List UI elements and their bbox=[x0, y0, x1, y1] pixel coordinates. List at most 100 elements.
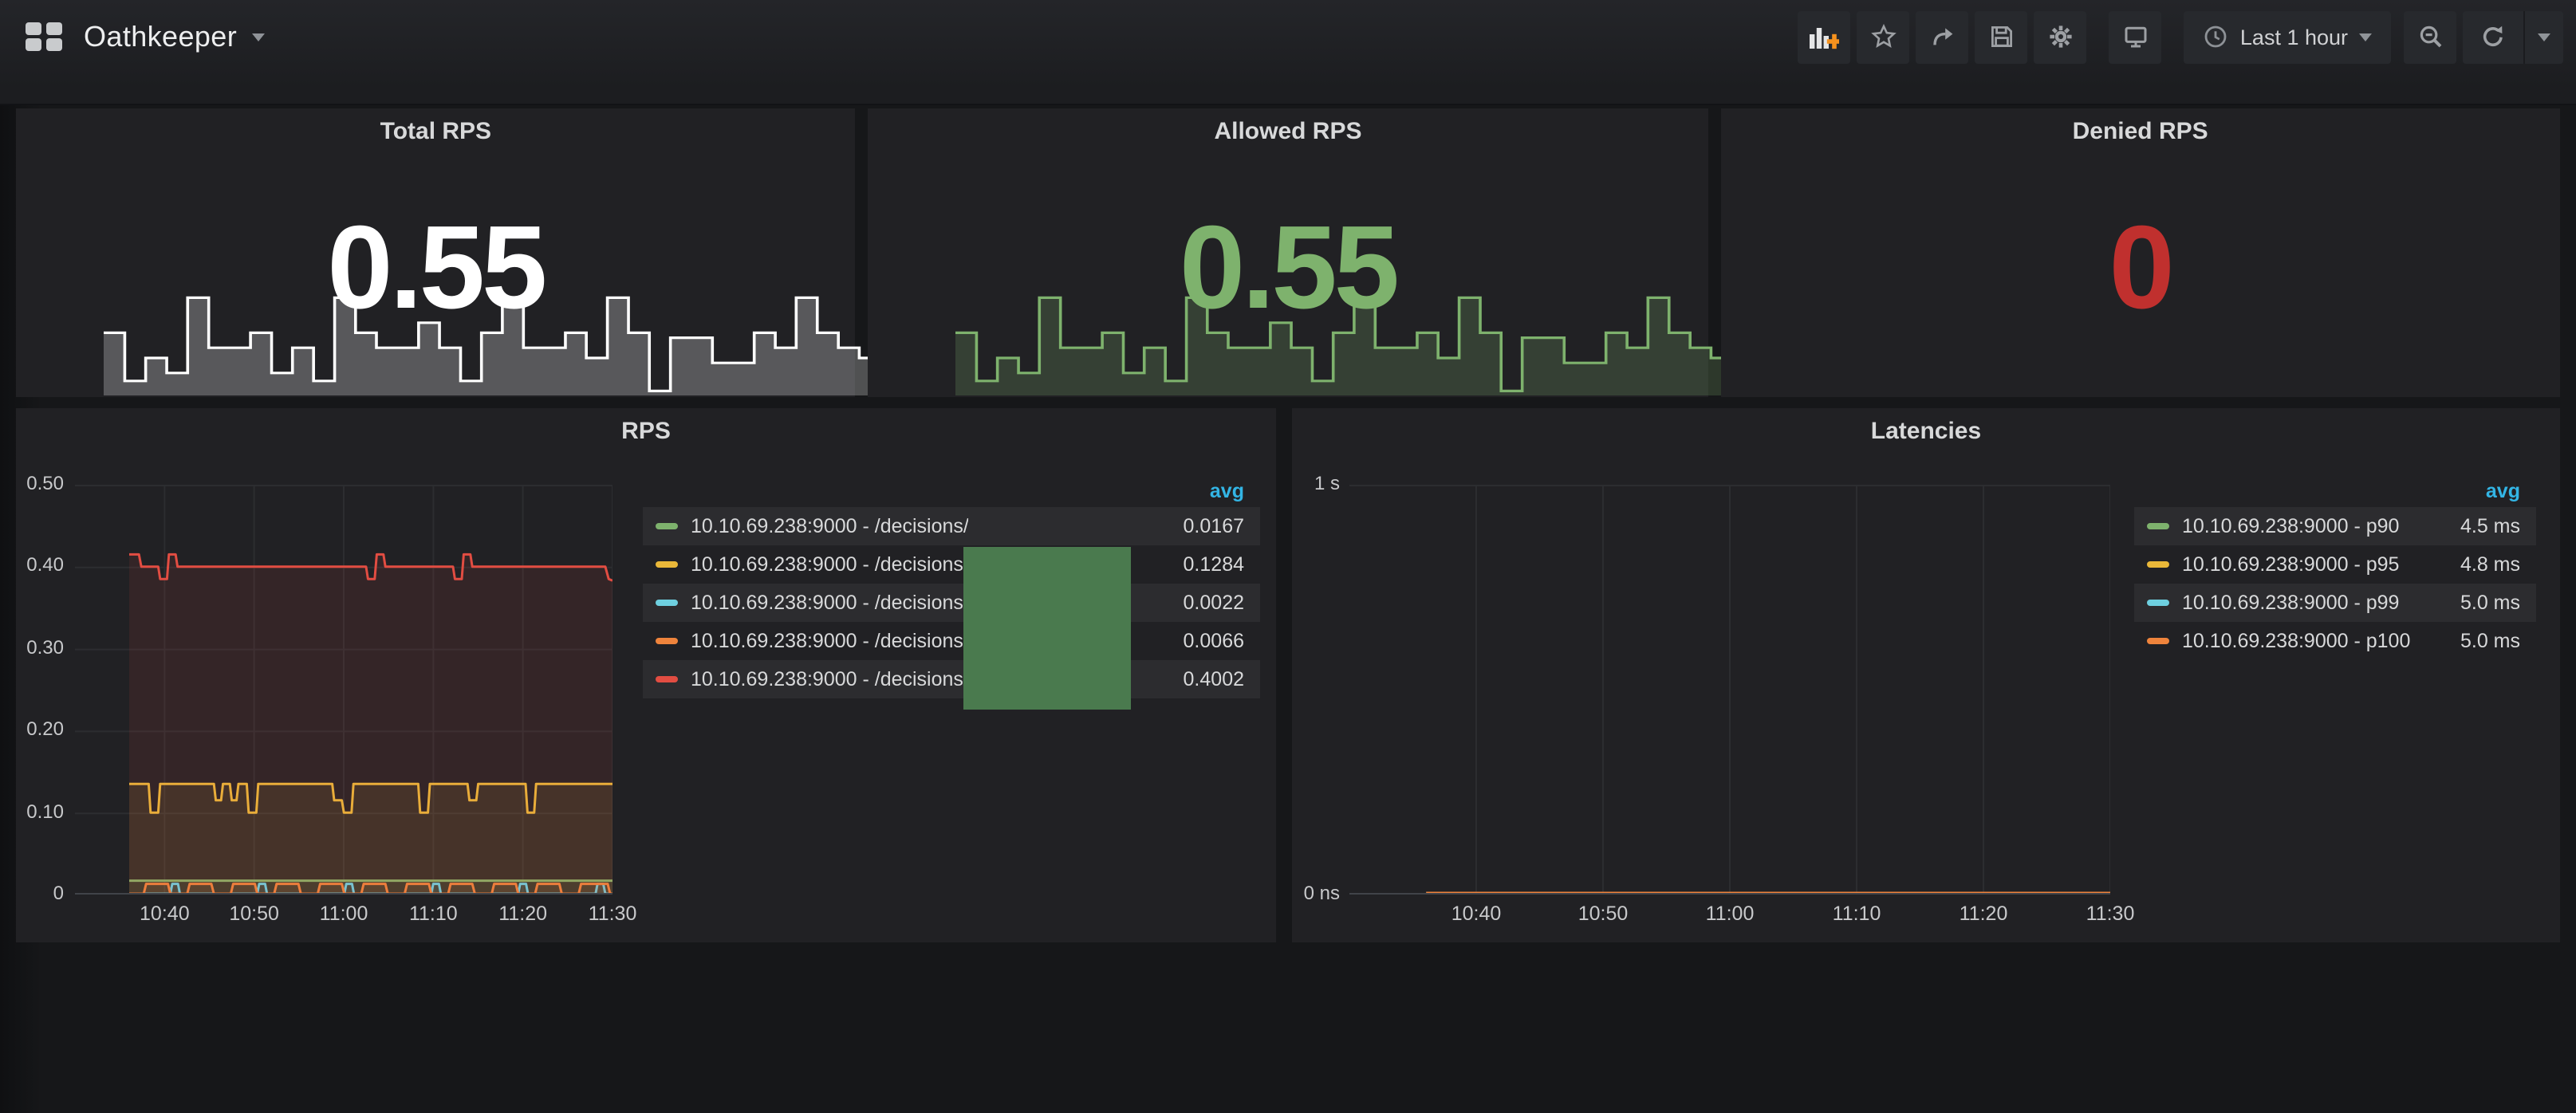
save-button[interactable] bbox=[1975, 10, 2028, 63]
y-tick-label: 0.40 bbox=[16, 554, 64, 576]
x-tick-label: 10:50 bbox=[1578, 903, 1629, 925]
series-color-swatch[interactable] bbox=[2147, 600, 2169, 606]
panel-title[interactable]: Latencies bbox=[1292, 418, 2560, 445]
legend-row: 10.10.69.238:9000 - p95 4.8 ms bbox=[2134, 545, 2536, 584]
dashboard-grid: Total RPS 0.55 Allowed RPS 0.55 Denied R… bbox=[0, 108, 2576, 942]
x-tick-label: 11:10 bbox=[409, 903, 458, 925]
series-color-swatch[interactable] bbox=[656, 638, 678, 644]
series-label[interactable]: 10.10.69.238:9000 - p90 bbox=[2182, 515, 2399, 537]
rps-graph[interactable] bbox=[75, 485, 612, 895]
stat-value: 0 bbox=[1720, 198, 2560, 338]
y-tick-label: 0.10 bbox=[16, 800, 64, 822]
share-arrow-icon bbox=[1930, 24, 1956, 49]
panel-rps: RPS avg 10.10.69.238:9000 - /decisions/0.… bbox=[16, 408, 1276, 942]
series-label[interactable]: 10.10.69.238:9000 - /decisions/ bbox=[691, 592, 969, 614]
add-panel-button[interactable] bbox=[1798, 10, 1851, 63]
series-color-swatch[interactable] bbox=[656, 600, 678, 606]
latencies-graph[interactable] bbox=[1349, 485, 2110, 895]
green-artifact-overlay bbox=[963, 547, 1131, 710]
series-label[interactable]: 10.10.69.238:9000 - p100 bbox=[2182, 630, 2410, 652]
series-color-swatch[interactable] bbox=[656, 523, 678, 529]
series-label[interactable]: 10.10.69.238:9000 - /decisions/ bbox=[691, 630, 969, 652]
legend-row: 10.10.69.238:9000 - /decisions/0.0022 bbox=[643, 584, 1260, 622]
series-label[interactable]: 10.10.69.238:9000 - p95 bbox=[2182, 553, 2399, 576]
series-avg-value: 0.0066 bbox=[1184, 630, 1244, 652]
chevron-down-icon bbox=[2359, 33, 2372, 41]
gear-icon bbox=[2048, 24, 2074, 49]
x-tick-label: 11:00 bbox=[320, 903, 368, 925]
panel-denied-rps: Denied RPS 0 bbox=[1720, 108, 2560, 397]
zoom-out-button[interactable] bbox=[2404, 10, 2456, 63]
star-button[interactable] bbox=[1857, 10, 1910, 63]
series-label[interactable]: 10.10.69.238:9000 - /decisions/ bbox=[691, 553, 969, 576]
time-range-label: Last 1 hour bbox=[2240, 25, 2348, 49]
series-avg-value: 5.0 ms bbox=[2460, 630, 2520, 652]
panel-title[interactable]: RPS bbox=[16, 418, 1276, 445]
x-tick-label: 11:00 bbox=[1706, 903, 1755, 925]
cycle-view-mode-button[interactable] bbox=[2109, 10, 2162, 63]
series-label[interactable]: 10.10.69.238:9000 - /decisions/ bbox=[691, 668, 969, 690]
x-tick-label: 10:50 bbox=[229, 903, 279, 925]
chevron-down-icon bbox=[251, 33, 264, 41]
graph-legend: avg 10.10.69.238:9000 - /decisions/0.0167… bbox=[643, 475, 1260, 698]
series-avg-value: 0.0167 bbox=[1184, 515, 1244, 537]
panel-title[interactable]: Total RPS bbox=[16, 118, 856, 145]
series-avg-value: 0.4002 bbox=[1184, 668, 1244, 690]
clock-icon bbox=[2204, 24, 2229, 49]
legend-row: 10.10.69.238:9000 - /decisions/0.0167 bbox=[643, 507, 1260, 545]
x-tick-label: 10:40 bbox=[1451, 903, 1502, 925]
x-tick-label: 11:20 bbox=[498, 903, 547, 925]
dashboard-title: Oathkeeper bbox=[84, 20, 237, 53]
series-color-swatch[interactable] bbox=[656, 676, 678, 682]
y-tick-label: 0.30 bbox=[16, 636, 64, 659]
dashboard-title-dropdown[interactable]: Oathkeeper bbox=[84, 20, 264, 53]
panel-title[interactable]: Denied RPS bbox=[1720, 118, 2560, 145]
y-tick-label: 0.20 bbox=[16, 718, 64, 740]
y-tick-label: 1 s bbox=[1292, 472, 1340, 494]
chevron-down-icon bbox=[2538, 33, 2550, 41]
grafana-dashboard: Oathkeeper bbox=[0, 0, 2576, 1113]
legend-sort-avg[interactable]: avg bbox=[1210, 480, 1244, 502]
monitor-icon bbox=[2123, 24, 2149, 49]
series-color-swatch[interactable] bbox=[2147, 561, 2169, 568]
y-tick-label: 0 bbox=[16, 882, 64, 904]
bar-chart-plus-icon bbox=[1810, 24, 1840, 49]
share-button[interactable] bbox=[1916, 10, 1969, 63]
star-icon bbox=[1871, 24, 1897, 49]
search-minus-icon bbox=[2417, 24, 2443, 49]
series-color-swatch[interactable] bbox=[2147, 638, 2169, 644]
series-avg-value: 4.8 ms bbox=[2460, 553, 2520, 576]
legend-row: 10.10.69.238:9000 - p995.0 ms bbox=[2134, 584, 2536, 622]
graph-legend: avg 10.10.69.238:9000 - p90 4.5 ms 10.10.69… bbox=[2134, 475, 2536, 660]
legend-row: 10.10.69.238:9000 - /decisions/0.4002 bbox=[643, 660, 1260, 698]
stat-value: 0.55 bbox=[16, 198, 856, 338]
x-tick-label: 11:10 bbox=[1833, 903, 1881, 925]
time-range-picker[interactable]: Last 1 hour bbox=[2184, 10, 2391, 63]
series-label[interactable]: 10.10.69.238:9000 - /decisions/ bbox=[691, 515, 969, 537]
panel-latencies: Latencies avg 10.10.69.238:9000 - p90 4.5 … bbox=[1292, 408, 2560, 942]
y-tick-label: 0.50 bbox=[16, 472, 64, 494]
legend-row: 10.10.69.238:9000 - /decisions/0.0066 bbox=[643, 622, 1260, 660]
series-label[interactable]: 10.10.69.238:9000 - p99 bbox=[2182, 592, 2399, 614]
settings-button[interactable] bbox=[2034, 10, 2087, 63]
x-tick-label: 11:30 bbox=[589, 903, 637, 925]
panel-allowed-rps: Allowed RPS 0.55 bbox=[869, 108, 1708, 397]
refresh-button-group bbox=[2463, 10, 2563, 63]
refresh-interval-button[interactable] bbox=[2523, 10, 2563, 63]
x-tick-label: 10:40 bbox=[140, 903, 190, 925]
panel-total-rps: Total RPS 0.55 bbox=[16, 108, 856, 397]
legend-sort-avg[interactable]: avg bbox=[2486, 480, 2520, 502]
legend-row: 10.10.69.238:9000 - /decisions/0.1284 bbox=[643, 545, 1260, 584]
x-tick-label: 11:20 bbox=[1960, 903, 2008, 925]
series-avg-value: 4.5 ms bbox=[2460, 515, 2520, 537]
refresh-button[interactable] bbox=[2463, 10, 2523, 63]
panel-title[interactable]: Allowed RPS bbox=[869, 118, 1708, 145]
floppy-disk-icon bbox=[1989, 24, 2015, 49]
series-avg-value: 0.0022 bbox=[1184, 592, 1244, 614]
series-avg-value: 0.1284 bbox=[1184, 553, 1244, 576]
legend-row: 10.10.69.238:9000 - p100 5.0 ms bbox=[2134, 622, 2536, 660]
apps-grid-icon[interactable] bbox=[26, 22, 61, 52]
refresh-arrows-icon bbox=[2480, 24, 2506, 49]
series-color-swatch[interactable] bbox=[2147, 523, 2169, 529]
series-color-swatch[interactable] bbox=[656, 561, 678, 568]
